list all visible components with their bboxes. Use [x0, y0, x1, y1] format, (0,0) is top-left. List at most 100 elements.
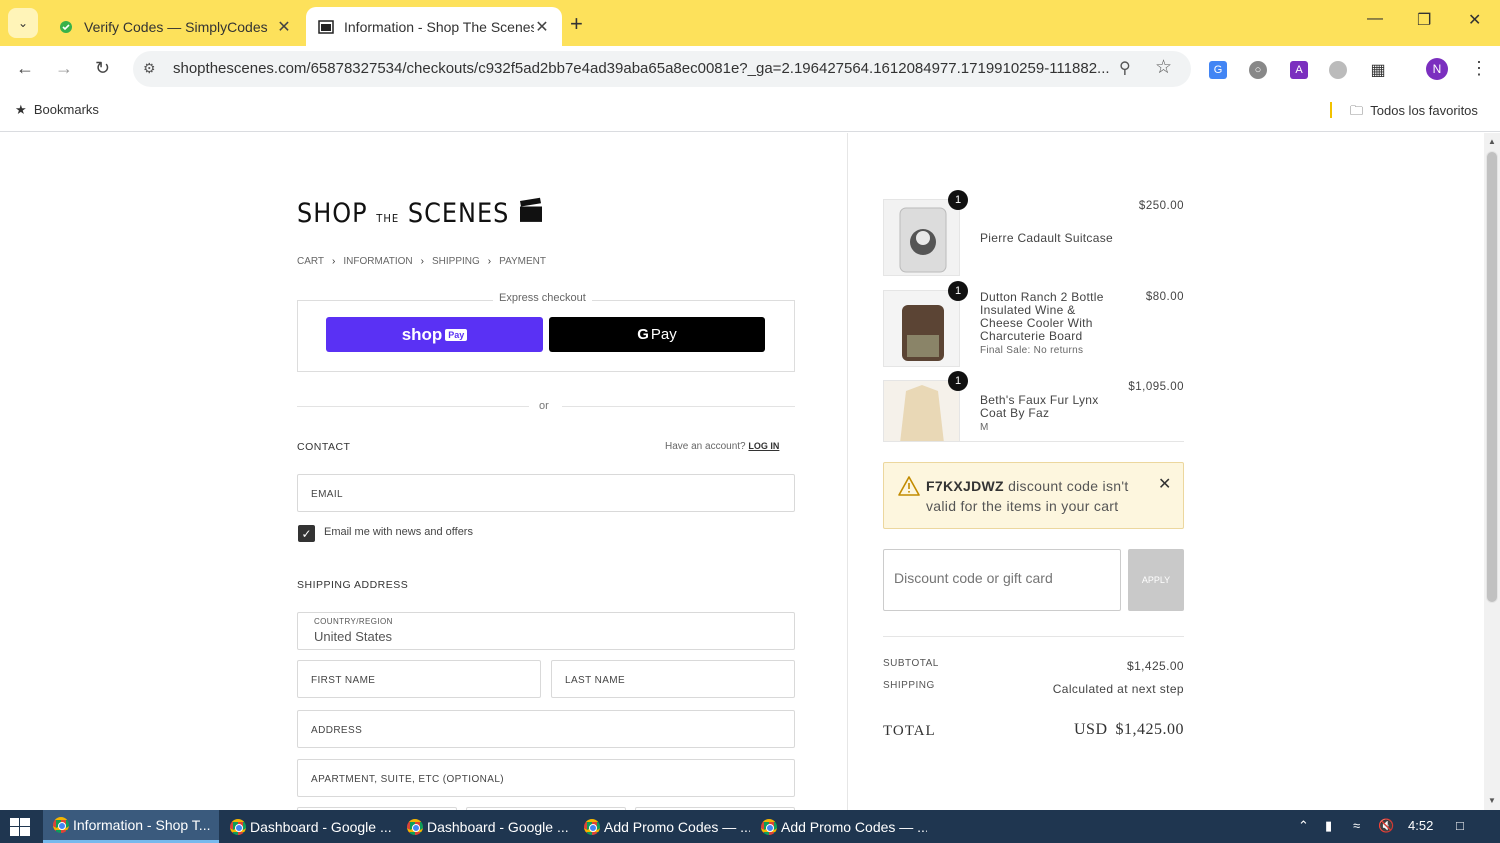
product-image-coat: [883, 380, 960, 442]
subtotal-value: $1,425.00: [1127, 659, 1184, 673]
breadcrumb-cart[interactable]: CART: [297, 256, 324, 267]
forward-icon[interactable]: →: [55, 58, 73, 79]
shipping-address-heading: SHIPPING ADDRESS: [297, 579, 409, 591]
wifi-icon[interactable]: ≈: [1353, 818, 1360, 833]
cart-item: 1 Beth's Faux Fur Lynx Coat By Faz M $1,…: [883, 371, 1184, 442]
extensions-puzzle-icon[interactable]: ▦: [1369, 61, 1387, 79]
notifications-icon[interactable]: □: [1456, 818, 1464, 833]
checkmark-icon: ✓: [301, 526, 312, 541]
address-bar[interactable]: ⚙ shopthescenes.com/65878327534/checkout…: [133, 51, 1191, 87]
close-icon[interactable]: ✕: [1158, 474, 1171, 494]
zoom-icon[interactable]: ⚲: [1119, 58, 1131, 78]
bookmarks-item[interactable]: ★ Bookmarks: [15, 102, 99, 118]
newsletter-label: Email me with news and offers: [324, 526, 473, 538]
close-window-icon[interactable]: ✕: [1468, 10, 1481, 30]
translate-icon[interactable]: G: [1209, 61, 1227, 79]
email-placeholder: EMAIL: [311, 489, 344, 500]
minimize-icon[interactable]: —: [1367, 10, 1383, 28]
login-link[interactable]: LOG IN: [748, 441, 779, 451]
item-name: Pierre Cadault Suitcase: [980, 231, 1113, 245]
globe-icon[interactable]: ○: [1249, 61, 1267, 79]
tab-strip: ⌄ Verify Codes — SimplyCodes ✕ Informati…: [0, 0, 1500, 46]
tab-title: Information - Shop The Scenes: [344, 18, 534, 35]
google-g-icon: G: [637, 326, 649, 343]
item-note: Final Sale: No returns: [980, 345, 1084, 356]
product-image-suitcase: [883, 199, 960, 276]
divider-line: [883, 441, 1184, 442]
discount-code-field[interactable]: [883, 549, 1121, 611]
divider-line: [883, 636, 1184, 637]
email-field[interactable]: EMAIL: [297, 474, 795, 512]
apply-discount-button[interactable]: APPLY: [1128, 549, 1184, 611]
site-info-icon[interactable]: ⚙: [143, 60, 156, 77]
express-checkout-label: Express checkout: [493, 292, 592, 304]
tab-search-button[interactable]: ⌄: [8, 8, 38, 38]
url-text[interactable]: shopthescenes.com/65878327534/checkouts/…: [173, 60, 1113, 77]
address-field[interactable]: ADDRESS: [297, 710, 795, 748]
item-price: $80.00: [1145, 291, 1184, 303]
windows-start-icon[interactable]: [10, 818, 30, 836]
have-account-text: Have an account? LOG IN: [665, 441, 780, 452]
tab-title: Verify Codes — SimplyCodes: [84, 18, 268, 35]
warning-icon: [898, 476, 920, 501]
volume-muted-icon[interactable]: 🔇: [1378, 818, 1394, 834]
discount-input[interactable]: [894, 570, 1109, 586]
breadcrumb: CART › INFORMATION › SHIPPING › PAYMENT: [297, 256, 546, 267]
taskbar-item[interactable]: Add Promo Codes — ...: [751, 810, 927, 843]
tab-simplycodes[interactable]: Verify Codes — SimplyCodes ✕: [46, 7, 304, 46]
contact-heading: CONTACT: [297, 441, 351, 453]
all-bookmarks-folder[interactable]: 🗀 Todos los favoritos: [1350, 102, 1478, 124]
close-icon[interactable]: ✕: [534, 17, 550, 37]
close-icon[interactable]: ✕: [276, 17, 292, 37]
taskbar-item[interactable]: Add Promo Codes — ...: [574, 810, 750, 843]
simplycodes-icon: [58, 19, 74, 35]
apartment-field[interactable]: APARTMENT, SUITE, ETC (OPTIONAL): [297, 759, 795, 797]
bookmark-star-icon[interactable]: ☆: [1155, 56, 1172, 79]
tab-shop-the-scenes[interactable]: Information - Shop The Scenes ✕: [306, 7, 562, 46]
chrome-icon: [230, 818, 246, 835]
taskbar-item[interactable]: Information - Shop T...: [43, 810, 219, 843]
country-select[interactable]: COUNTRY/REGION United States: [297, 612, 795, 650]
scroll-down-icon[interactable]: ▼: [1488, 796, 1496, 805]
scrollbar-thumb[interactable]: [1486, 151, 1498, 603]
extension-a-icon[interactable]: A: [1290, 61, 1308, 79]
breadcrumb-shipping: SHIPPING: [432, 256, 480, 267]
reload-icon[interactable]: ↻: [95, 58, 110, 79]
page-scrollbar[interactable]: ▲ ▼: [1484, 133, 1500, 810]
cart-item: 1 Dutton Ranch 2 Bottle Insulated Wine &…: [883, 281, 1184, 368]
country-label: COUNTRY/REGION: [314, 617, 393, 626]
chrome-icon: [53, 817, 69, 833]
restore-icon[interactable]: ❐: [1417, 10, 1431, 30]
last-name-field[interactable]: LAST NAME: [551, 660, 795, 698]
shop-logo[interactable]: SHOP THE SCENES: [297, 196, 544, 229]
bookmarks-separator: [1330, 102, 1332, 118]
battery-icon[interactable]: ▮: [1325, 818, 1332, 834]
discount-code: F7KXJDWZ: [926, 478, 1004, 494]
product-image-cooler: [883, 290, 960, 367]
taskbar-item[interactable]: Dashboard - Google ...: [220, 810, 396, 843]
chevron-up-icon[interactable]: ⌃: [1298, 818, 1309, 834]
discount-error-alert: F7KXJDWZ discount code isn't valid for t…: [883, 462, 1184, 529]
first-name-field[interactable]: FIRST NAME: [297, 660, 541, 698]
breadcrumb-information: INFORMATION: [343, 256, 413, 267]
chevron-right-icon: ›: [420, 256, 424, 267]
scroll-up-icon[interactable]: ▲: [1488, 137, 1496, 146]
total-value: USD $1,425.00: [1073, 721, 1184, 738]
shop-pay-button[interactable]: shop Pay: [326, 317, 543, 352]
browser-toolbar: ← → ↻ ⚙ shopthescenes.com/65878327534/ch…: [0, 46, 1500, 92]
chrome-icon: [761, 818, 777, 835]
total-label: TOTAL: [883, 723, 936, 739]
checkout-page: SHOP THE SCENES CART › INFORMATION › SHI…: [0, 133, 1484, 810]
quantity-badge: 1: [948, 190, 968, 210]
menu-kebab-icon[interactable]: ⋮: [1470, 58, 1488, 79]
divider-line: [562, 406, 795, 407]
taskbar-item[interactable]: Dashboard - Google ...: [397, 810, 573, 843]
column-divider: [847, 133, 848, 810]
new-tab-button[interactable]: +: [570, 11, 583, 37]
clock[interactable]: 4:52: [1408, 818, 1433, 833]
google-pay-button[interactable]: G Pay: [549, 317, 765, 352]
profile-avatar[interactable]: N: [1426, 58, 1448, 80]
extension-cloud-icon[interactable]: [1329, 61, 1347, 79]
back-icon[interactable]: ←: [16, 58, 34, 79]
newsletter-checkbox[interactable]: ✓: [298, 525, 315, 542]
